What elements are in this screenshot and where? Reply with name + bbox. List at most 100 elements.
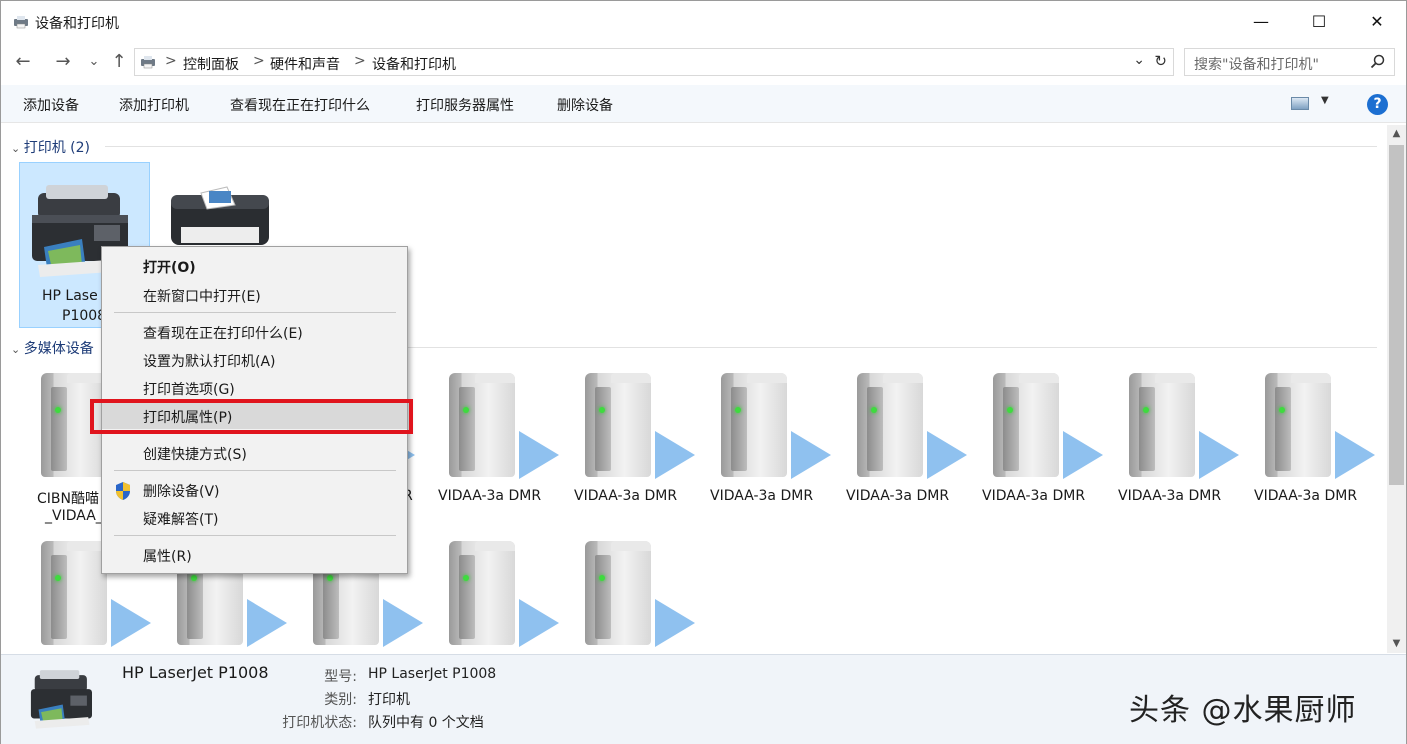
play-icon	[383, 599, 423, 647]
up-arrow-icon: ↑	[111, 51, 127, 72]
menu-item-create-shortcut[interactable]: 创建快捷方式(S)	[102, 440, 407, 466]
menu-item-label: 属性(R)	[143, 549, 192, 565]
media-device-label: VIDAA-3a DMR	[710, 488, 814, 504]
maximize-icon: ☐	[1311, 11, 1327, 31]
play-icon	[519, 431, 559, 479]
address-bar[interactable]: > 控制面板 > 硬件和声音 > 设备和打印机 ⌄ ↻	[134, 48, 1174, 76]
minimize-icon: —	[1253, 11, 1269, 31]
play-icon	[655, 599, 695, 647]
add-printer-button[interactable]: 添加打印机	[119, 95, 189, 115]
play-icon	[791, 431, 831, 479]
media-server-icon	[1129, 373, 1195, 477]
remove-device-button[interactable]: 删除设备	[557, 95, 613, 115]
menu-separator	[114, 470, 396, 471]
menu-item-see-printing[interactable]: 查看现在正在打印什么(E)	[102, 319, 407, 345]
vertical-scrollbar[interactable]: ▲ ▼	[1387, 125, 1406, 653]
details-key-category: 类别:	[324, 692, 357, 708]
menu-item-label: 打开(O)	[143, 260, 196, 276]
recent-locations-button[interactable]: ⌄	[82, 51, 106, 73]
media-server-icon	[41, 541, 107, 645]
media-device-tile[interactable]	[575, 373, 695, 493]
printer-icon	[171, 186, 269, 245]
group-header-media[interactable]: ⌄ 多媒体设备	[11, 338, 94, 358]
menu-item-open[interactable]: 打开(O)	[102, 253, 407, 279]
details-pane: HP LaserJet P1008 型号: HP LaserJet P1008 …	[1, 654, 1406, 744]
menu-item-label: 疑难解答(T)	[143, 512, 219, 528]
scroll-down-icon[interactable]: ▼	[1387, 635, 1406, 653]
print-server-properties-button[interactable]: 打印服务器属性	[416, 95, 514, 115]
media-device-tile[interactable]	[439, 541, 559, 661]
printer-name-line2: P1008	[62, 308, 107, 324]
media-device-label: _VIDAA_	[45, 508, 103, 524]
search-placeholder: 搜索"设备和打印机"	[1194, 57, 1319, 73]
shield-icon	[116, 482, 130, 500]
menu-item-properties[interactable]: 属性(R)	[102, 542, 407, 568]
media-server-icon	[449, 541, 515, 645]
printer-second[interactable]	[161, 179, 275, 249]
breadcrumb-hardware-sound[interactable]: 硬件和声音	[270, 54, 340, 74]
address-dropdown-icon[interactable]: ⌄	[1133, 52, 1145, 68]
media-device-label: VIDAA-3a DMR	[1118, 488, 1222, 504]
group-header-printers[interactable]: ⌄ 打印机 (2)	[11, 137, 90, 157]
details-key-model: 型号:	[324, 669, 357, 685]
mfp-printer-icon	[30, 670, 92, 729]
add-device-button[interactable]: 添加设备	[23, 95, 79, 115]
up-button[interactable]: ↑	[107, 51, 131, 73]
menu-item-label: 打印机属性(P)	[143, 410, 233, 426]
menu-item-label: 查看现在正在打印什么(E)	[143, 326, 303, 342]
search-input[interactable]: 搜索"设备和打印机"	[1184, 48, 1395, 76]
search-icon[interactable]	[1370, 54, 1386, 70]
see-whats-printing-button[interactable]: 查看现在正在打印什么	[230, 95, 370, 115]
media-server-icon	[721, 373, 787, 477]
chevron-down-icon: ⌄	[11, 343, 24, 356]
media-server-icon	[585, 541, 651, 645]
back-arrow-icon: ←	[15, 51, 31, 72]
menu-separator	[114, 433, 396, 434]
menu-item-label: 在新窗口中打开(E)	[143, 289, 261, 305]
details-value-model: HP LaserJet P1008	[368, 666, 497, 682]
menu-item-open-new-window[interactable]: 在新窗口中打开(E)	[102, 282, 407, 308]
refresh-icon[interactable]: ↻	[1154, 52, 1167, 70]
play-icon	[111, 599, 151, 647]
details-value-category: 打印机	[368, 692, 410, 708]
details-value-status: 队列中有 0 个文档	[368, 715, 484, 731]
media-server-icon	[41, 373, 107, 477]
media-device-tile[interactable]	[1119, 373, 1239, 493]
menu-item-remove-device[interactable]: 删除设备(V)	[102, 477, 407, 503]
minimize-button[interactable]: —	[1232, 1, 1290, 41]
change-view-icon[interactable]	[1291, 97, 1309, 110]
play-icon	[655, 431, 695, 479]
media-device-tile[interactable]	[439, 373, 559, 493]
devices-and-printers-window: 设备和打印机 — ☐ ✕ ← → ⌄ ↑ > 控制面板 > 硬件和声音 > 设备…	[0, 0, 1407, 744]
command-bar: 添加设备 添加打印机 查看现在正在打印什么 打印服务器属性 删除设备 ▼ ?	[1, 85, 1406, 123]
media-device-tile[interactable]	[847, 373, 967, 493]
media-device-tile[interactable]	[711, 373, 831, 493]
menu-item-label: 删除设备(V)	[143, 484, 220, 500]
media-device-label: VIDAA-3a DMR	[846, 488, 950, 504]
menu-item-troubleshoot[interactable]: 疑难解答(T)	[102, 505, 407, 531]
media-device-tile[interactable]	[575, 541, 695, 661]
menu-separator	[114, 312, 396, 313]
scroll-up-icon[interactable]: ▲	[1387, 125, 1406, 143]
view-dropdown-icon[interactable]: ▼	[1321, 95, 1329, 106]
scroll-thumb[interactable]	[1389, 145, 1404, 485]
media-device-label: VIDAA-3a DMR	[1254, 488, 1358, 504]
control-panel-icon	[141, 56, 155, 69]
play-icon	[1199, 431, 1239, 479]
breadcrumb-separator: >	[165, 53, 177, 69]
group-divider	[105, 146, 1377, 147]
menu-item-set-default[interactable]: 设置为默认打印机(A)	[102, 347, 407, 373]
menu-item-printing-preferences[interactable]: 打印首选项(G)	[102, 375, 407, 401]
menu-item-printer-properties[interactable]: 打印机属性(P)	[102, 403, 407, 429]
forward-button[interactable]: →	[51, 51, 75, 73]
back-button[interactable]: ←	[11, 51, 35, 73]
maximize-button[interactable]: ☐	[1290, 1, 1348, 41]
media-device-tile[interactable]	[983, 373, 1103, 493]
breadcrumb-devices-printers[interactable]: 设备和打印机	[372, 54, 456, 74]
media-device-tile[interactable]	[1255, 373, 1375, 493]
help-button[interactable]: ?	[1367, 94, 1388, 115]
close-icon: ✕	[1370, 11, 1384, 31]
play-icon	[247, 599, 287, 647]
breadcrumb-control-panel[interactable]: 控制面板	[183, 54, 239, 74]
close-button[interactable]: ✕	[1348, 1, 1406, 41]
